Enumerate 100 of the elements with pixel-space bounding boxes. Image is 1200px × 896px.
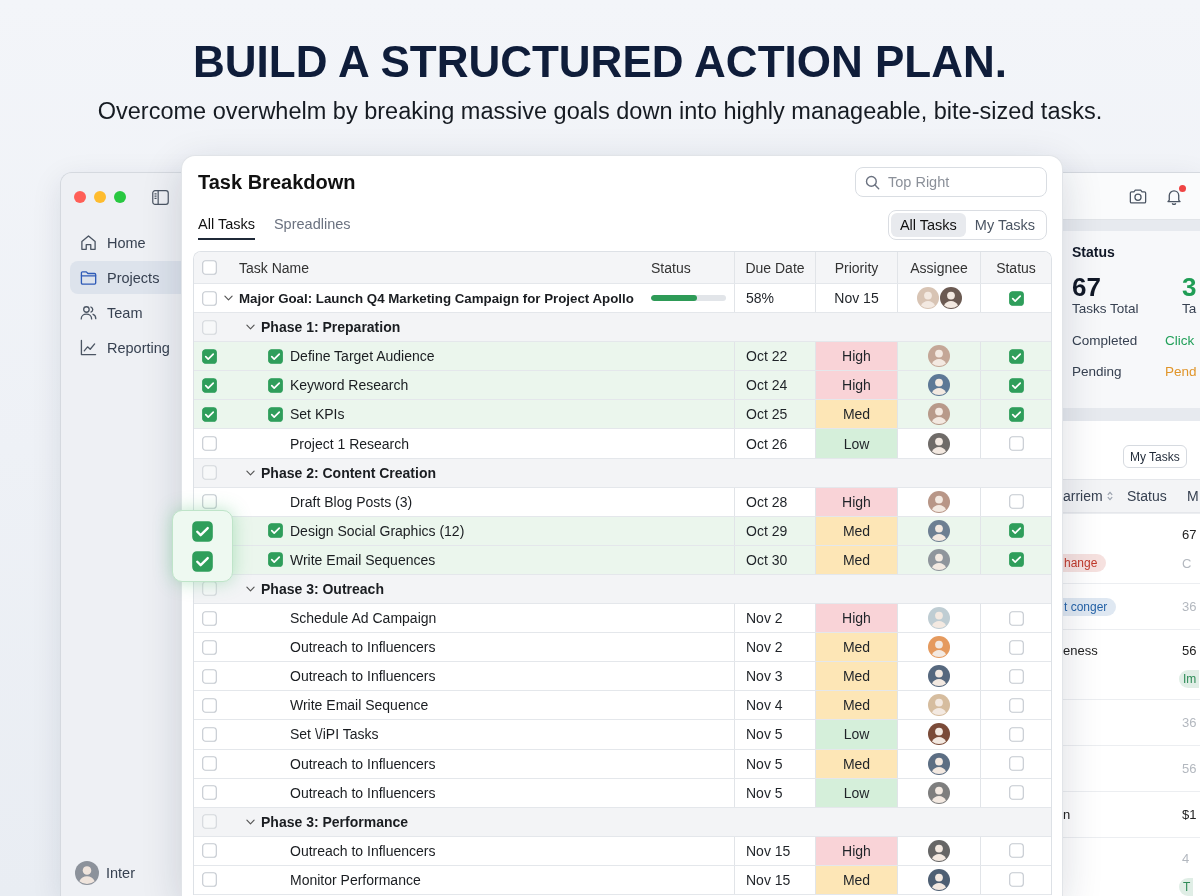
- stat-label: Ta: [1182, 301, 1197, 317]
- status-checkbox[interactable]: [1008, 756, 1024, 772]
- row-checkbox[interactable]: [201, 756, 217, 772]
- table-text: eness: [1063, 642, 1098, 658]
- table-text: $1: [1182, 807, 1197, 822]
- status-checkbox[interactable]: [1008, 406, 1024, 422]
- task-name: Design Social Graphics (12): [290, 522, 465, 539]
- status-checkbox[interactable]: [1008, 494, 1024, 510]
- status-tag: t conger: [1063, 597, 1117, 616]
- status-checkbox[interactable]: [1008, 348, 1024, 364]
- row-checkbox[interactable]: [201, 406, 217, 422]
- priority-tag: High: [816, 604, 897, 633]
- column-header[interactable]: Priority: [834, 259, 879, 276]
- minimize-dot-icon[interactable]: [94, 191, 106, 203]
- row-checkbox[interactable]: [201, 290, 217, 306]
- done-checkbox[interactable]: [268, 377, 283, 393]
- status-checkbox[interactable]: [1008, 872, 1024, 888]
- due-date: Oct 29: [746, 522, 788, 539]
- column-header[interactable]: Due Date: [745, 259, 805, 276]
- row-checkbox[interactable]: [201, 348, 217, 364]
- folder-icon: [80, 269, 97, 286]
- user-avatar-icon[interactable]: [75, 861, 99, 885]
- row-checkbox[interactable]: [201, 872, 217, 888]
- view-toggle-option[interactable]: My Tasks: [965, 213, 1044, 237]
- priority-tag: High: [816, 836, 897, 865]
- row-checkbox[interactable]: [201, 697, 217, 713]
- column-header[interactable]: Status: [1127, 488, 1167, 504]
- task-name: Project 1 Research: [290, 435, 410, 452]
- status-tag: T: [1179, 878, 1194, 896]
- column-header[interactable]: Task Name: [239, 259, 310, 276]
- status-checkbox[interactable]: [1008, 610, 1024, 626]
- sidebar-toggle-icon[interactable]: [152, 189, 169, 205]
- priority-tag: Med: [816, 516, 897, 545]
- row-checkbox[interactable]: [201, 436, 217, 451]
- chevron-icon[interactable]: [246, 469, 255, 476]
- chevron-icon[interactable]: [246, 818, 255, 825]
- view-toggle-option[interactable]: All Tasks: [890, 213, 966, 237]
- status-checkbox[interactable]: [1008, 843, 1024, 859]
- row-checkbox[interactable]: [201, 785, 217, 801]
- sidebar-item[interactable]: Projects: [70, 261, 181, 294]
- checkbox[interactable]: [192, 550, 213, 572]
- status-checkbox[interactable]: [1008, 639, 1024, 655]
- column-header[interactable]: Status: [996, 259, 1036, 276]
- panel-title: Status: [1072, 243, 1115, 261]
- task-name: Phase 3: Performance: [261, 813, 409, 830]
- camera-icon[interactable]: [1129, 187, 1147, 205]
- row-checkbox[interactable]: [201, 610, 217, 626]
- status-checkbox[interactable]: [1008, 523, 1024, 539]
- chevron-icon[interactable]: [224, 295, 233, 302]
- row-checkbox[interactable]: [201, 668, 217, 684]
- chevron-icon[interactable]: [246, 324, 255, 331]
- done-checkbox[interactable]: [268, 523, 283, 539]
- row-checkbox[interactable]: [201, 843, 217, 859]
- tab[interactable]: All Tasks: [198, 210, 255, 240]
- row-checkbox[interactable]: [201, 494, 217, 510]
- column-header[interactable]: Assignee: [910, 259, 968, 276]
- row-checkbox[interactable]: [201, 639, 217, 655]
- status-checkbox[interactable]: [1008, 785, 1024, 801]
- status-checkbox[interactable]: [1008, 697, 1024, 713]
- task-name: Major Goal: Launch Q4 Marketing Campaign for Project Apollo: [239, 290, 634, 306]
- search-field[interactable]: Top Right: [855, 167, 1047, 197]
- select-all-checkbox[interactable]: [201, 260, 217, 275]
- done-checkbox[interactable]: [268, 552, 283, 568]
- maximize-dot-icon[interactable]: [114, 191, 126, 203]
- chevron-icon[interactable]: [246, 586, 255, 592]
- my-tasks-button[interactable]: My Tasks: [1123, 445, 1187, 468]
- column-header[interactable]: arriem: [1063, 488, 1103, 504]
- status-checkbox[interactable]: [1008, 726, 1024, 742]
- status-checkbox[interactable]: [1008, 668, 1024, 684]
- priority-text: Nov 15: [834, 290, 879, 307]
- checkbox[interactable]: [192, 520, 213, 542]
- row-checkbox[interactable]: [201, 377, 217, 393]
- due-date: Nov 15: [746, 842, 791, 859]
- task-name: Monitor Performance: [290, 871, 421, 888]
- sidebar-item[interactable]: Home: [70, 226, 181, 259]
- status-checkbox[interactable]: [1008, 552, 1024, 568]
- column-header[interactable]: Status: [651, 259, 691, 276]
- tab[interactable]: Spreadlines: [273, 210, 351, 240]
- table-text: 56: [1182, 642, 1197, 658]
- sort-icon[interactable]: [1106, 491, 1113, 501]
- sidebar-item[interactable]: Team: [70, 296, 181, 329]
- status-label: Completed: [1072, 332, 1139, 350]
- bell-icon[interactable]: [1165, 187, 1183, 205]
- priority-tag: Med: [816, 400, 897, 429]
- sidebar-item[interactable]: Reporting: [70, 331, 181, 364]
- task-name: Define Target Audience: [290, 348, 435, 365]
- done-checkbox[interactable]: [268, 406, 283, 422]
- column-header[interactable]: M: [1187, 488, 1199, 504]
- line-chart-icon: [80, 339, 97, 356]
- status-checkbox[interactable]: [1008, 436, 1024, 451]
- due-date: Oct 26: [746, 435, 788, 452]
- done-checkbox[interactable]: [268, 348, 283, 364]
- status-checkbox[interactable]: [1008, 290, 1024, 306]
- due-date: Oct 28: [746, 493, 788, 510]
- subheadline: Overcome overwhelm by breaking massive goals down into highly manageable, bite-sized tasks.: [96, 97, 1104, 125]
- status-checkbox[interactable]: [1008, 377, 1024, 393]
- task-name: Draft Blog Posts (3): [290, 493, 413, 510]
- due-date: Nov 2: [746, 610, 783, 627]
- row-checkbox[interactable]: [201, 726, 217, 742]
- close-dot-icon[interactable]: [74, 191, 86, 203]
